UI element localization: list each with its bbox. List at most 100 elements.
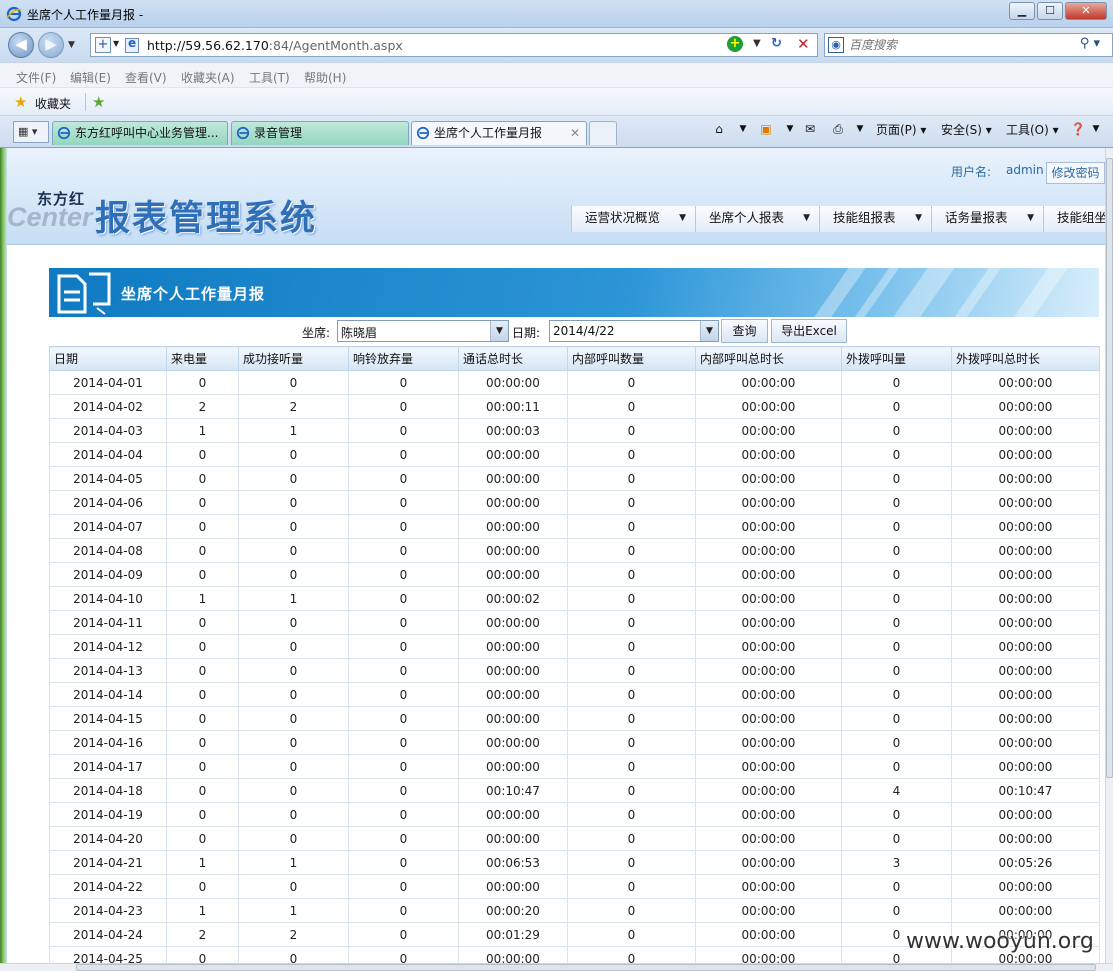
history-dropdown-icon[interactable]: ▼ xyxy=(68,40,75,50)
nav-agent-reports[interactable]: 坐席个人报表 ▼ xyxy=(696,206,820,232)
close-window-button[interactable]: ✕ xyxy=(1065,2,1107,20)
menu-tools[interactable]: 工具(T) xyxy=(249,69,290,86)
table-cell: 2014-04-12 xyxy=(49,634,167,659)
tab-business-management[interactable]: 东方红呼叫中心业务管理... xyxy=(52,121,228,145)
help-icon[interactable]: ❓ xyxy=(1070,121,1086,137)
vertical-scrollbar[interactable] xyxy=(1105,148,1113,963)
search-input[interactable] xyxy=(849,36,1049,54)
table-cell: 0 xyxy=(238,778,349,803)
chevron-down-icon[interactable]: ▼ xyxy=(490,321,508,341)
table-row: 2014-04-18 0 0 0 00:10:47 0 00:00:00 4 00:10:47 xyxy=(49,778,1100,803)
table-cell: 2014-04-24 xyxy=(49,922,167,947)
change-password-button[interactable]: 修改密码 xyxy=(1046,162,1105,184)
table-cell: 1 xyxy=(238,898,349,923)
menu-favorites[interactable]: 收藏夹(A) xyxy=(181,69,235,86)
quick-tabs-button[interactable]: ▦ ▾ xyxy=(13,121,49,143)
table-cell: 2014-04-16 xyxy=(49,730,167,755)
table-cell: 0 xyxy=(348,490,459,515)
table-cell: 0 xyxy=(348,466,459,491)
table-cell: 0 xyxy=(348,946,459,963)
favorites-button[interactable]: 收藏夹 xyxy=(35,95,71,112)
column-header[interactable]: 日期 xyxy=(49,346,167,371)
menu-edit[interactable]: 编辑(E) xyxy=(70,69,111,86)
column-header[interactable]: 成功接听量 xyxy=(238,346,349,371)
tab-recording-management[interactable]: 录音管理 xyxy=(231,121,409,145)
table-cell: 00:00:02 xyxy=(458,586,568,611)
tools-menu-button[interactable]: 工具(O) ▾ xyxy=(1006,121,1059,138)
table-cell: 0 xyxy=(348,610,459,635)
forward-button[interactable]: ▶ xyxy=(38,32,64,58)
column-header[interactable]: 内部呼叫数量 xyxy=(567,346,696,371)
page-viewport: 东方红 Center 报表管理系统 用户名: admin 修改密码 运营状况概览… xyxy=(7,148,1105,963)
table-cell: 1 xyxy=(238,418,349,443)
compat-dropdown-icon[interactable]: ▼ xyxy=(113,39,119,48)
table-cell: 0 xyxy=(567,802,696,827)
table-cell: 0 xyxy=(166,490,239,515)
table-cell: 0 xyxy=(567,634,696,659)
table-cell: 2014-04-10 xyxy=(49,586,167,611)
horizontal-scroll-thumb[interactable] xyxy=(76,964,1096,971)
nav-traffic-reports[interactable]: 话务量报表 ▼ xyxy=(932,206,1044,232)
query-button[interactable]: 查询 xyxy=(721,319,768,343)
table-cell: 00:00:00 xyxy=(951,562,1100,587)
favbar-divider xyxy=(85,93,86,111)
table-cell: 1 xyxy=(238,850,349,875)
date-select[interactable]: 2014/4/22 ▼ xyxy=(549,320,719,342)
tab-agent-monthly-report[interactable]: 坐席个人工作量月报 ✕ xyxy=(411,121,587,145)
page-menu-button[interactable]: 页面(P) ▾ xyxy=(876,121,926,138)
table-cell: 2014-04-25 xyxy=(49,946,167,963)
agent-select[interactable]: 陈晓眉 ▼ xyxy=(337,320,509,342)
favorites-star-icon[interactable]: ★ xyxy=(14,93,27,111)
mail-icon[interactable]: ✉ xyxy=(802,121,818,137)
stop-icon[interactable]: ✕ xyxy=(797,35,810,53)
compat-view-icon[interactable]: + xyxy=(95,37,111,53)
table-cell: 0 xyxy=(238,490,349,515)
export-excel-button[interactable]: 导出Excel xyxy=(771,319,847,343)
nav-skill-group-agent[interactable]: 技能组坐 xyxy=(1044,206,1105,232)
table-cell: 0 xyxy=(567,538,696,563)
menu-view[interactable]: 查看(V) xyxy=(125,69,167,86)
print-dropdown-icon[interactable]: ▼ xyxy=(852,121,868,137)
feeds-dropdown-icon[interactable]: ▼ xyxy=(782,121,798,137)
report-filter: 坐席: 陈晓眉 ▼ 日期: 2014/4/22 ▼ 查询 导出Excel xyxy=(7,319,1105,344)
feeds-icon[interactable]: ▣ xyxy=(758,121,774,137)
column-header[interactable]: 通话总时长 xyxy=(458,346,568,371)
search-icon[interactable]: ⚲ ▾ xyxy=(1080,36,1100,51)
new-tab-button[interactable] xyxy=(589,121,617,145)
chevron-down-icon[interactable]: ▼ xyxy=(700,321,718,341)
column-header[interactable]: 内部呼叫总时长 xyxy=(695,346,842,371)
address-dropdown-icon[interactable]: ▼ xyxy=(753,38,761,49)
main-nav: 运营状况概览 ▼ 坐席个人报表 ▼ 技能组报表 ▼ 话务量报表 ▼ 技能组坐 xyxy=(571,206,1105,232)
home-icon[interactable]: ⌂ xyxy=(711,121,727,137)
nav-operations-overview[interactable]: 运营状况概览 ▼ xyxy=(572,206,696,232)
column-header[interactable]: 外拨呼叫总时长 xyxy=(951,346,1100,371)
nav-skill-group-reports[interactable]: 技能组报表 ▼ xyxy=(820,206,932,232)
menu-help[interactable]: 帮助(H) xyxy=(304,69,346,86)
search-box[interactable]: ◉ ⚲ ▾ xyxy=(824,33,1113,57)
vertical-scroll-thumb[interactable] xyxy=(1106,158,1113,778)
maximize-button[interactable]: ☐ xyxy=(1037,2,1063,20)
close-tab-icon[interactable]: ✕ xyxy=(570,122,580,144)
report-banner: 坐席个人工作量月报 xyxy=(49,268,1099,317)
column-header[interactable]: 响铃放弃量 xyxy=(348,346,459,371)
table-cell: 00:00:00 xyxy=(951,418,1100,443)
column-header[interactable]: 外拨呼叫量 xyxy=(841,346,952,371)
table-cell: 00:00:00 xyxy=(458,466,568,491)
home-dropdown-icon[interactable]: ▼ xyxy=(735,121,751,137)
back-button[interactable]: ◀ xyxy=(8,32,34,58)
chevron-down-icon: ▼ xyxy=(803,213,810,223)
safety-menu-button[interactable]: 安全(S) ▾ xyxy=(941,121,992,138)
column-header[interactable]: 来电量 xyxy=(166,346,239,371)
menu-bar: 文件(F) 编辑(E) 查看(V) 收藏夹(A) 工具(T) 帮助(H) xyxy=(0,62,1113,88)
add-favorite-icon[interactable]: ★ xyxy=(92,93,105,111)
refresh-icon[interactable]: ↻ xyxy=(771,36,782,51)
minimize-button[interactable]: ▁ xyxy=(1009,2,1035,20)
address-url[interactable]: http://59.56.62.170:84/AgentMonth.aspx xyxy=(147,38,403,53)
table-cell: 0 xyxy=(348,370,459,395)
horizontal-scrollbar[interactable] xyxy=(0,963,1113,971)
menu-file[interactable]: 文件(F) xyxy=(16,69,56,86)
address-bar[interactable]: + ▼ http://59.56.62.170:84/AgentMonth.as… xyxy=(90,33,818,57)
go-icon[interactable]: + xyxy=(727,36,743,52)
help-dropdown-icon[interactable]: ▼ xyxy=(1088,121,1104,137)
print-icon[interactable]: ⎙ xyxy=(830,121,846,137)
